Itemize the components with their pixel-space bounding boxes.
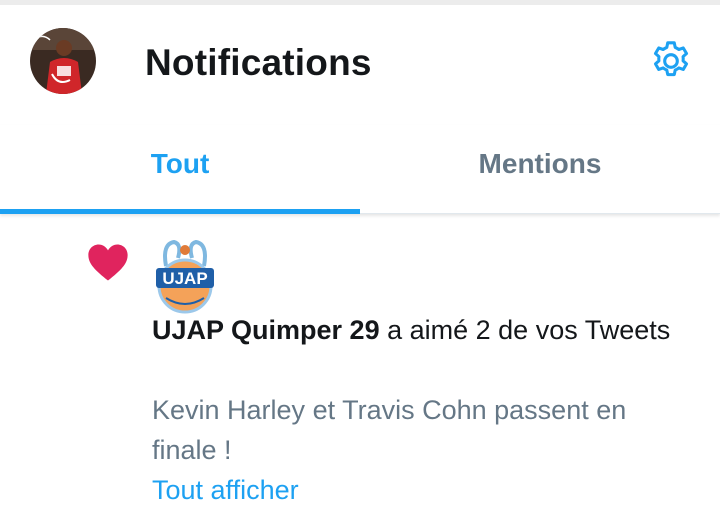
tab-all[interactable]: Tout [0,125,360,213]
notification-text: UJAP Quimper 29 a aimé 2 de vos Tweets [152,310,692,350]
tab-mentions-label: Mentions [478,148,602,179]
notification-tabs: Tout Mentions [0,125,720,214]
ujap-logo-text: UJAP [162,269,207,288]
notification-item[interactable]: UJAP UJAP Quimper 29 a aimé 2 de vos Twe… [0,214,720,532]
tweet-preview[interactable]: Kevin Harley et Travis Cohn passent en f… [152,390,692,470]
tab-all-label: Tout [150,148,210,179]
show-all-link[interactable]: Tout afficher [152,470,299,510]
heart-icon [86,242,130,282]
profile-avatar[interactable] [30,28,96,94]
gear-icon[interactable] [648,38,694,84]
notification-action: a aimé 2 de vos Tweets [387,315,671,345]
page-title: Notifications [145,42,372,83]
notification-actor[interactable]: UJAP Quimper 29 [152,315,380,345]
status-strip [0,0,720,5]
ujap-logo[interactable]: UJAP [152,236,218,314]
tab-mentions[interactable]: Mentions [360,125,720,213]
